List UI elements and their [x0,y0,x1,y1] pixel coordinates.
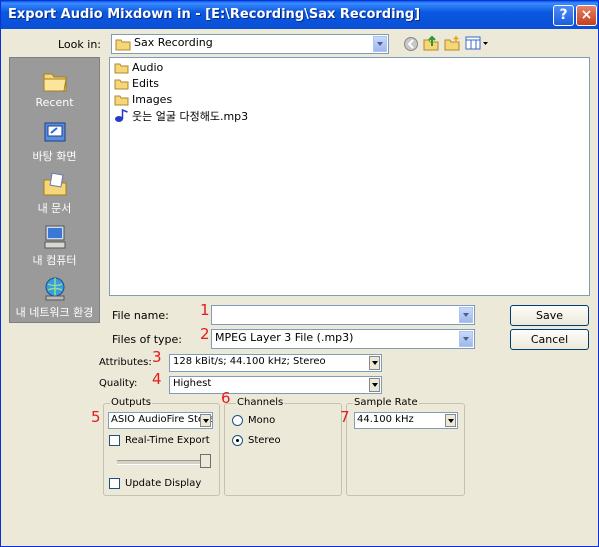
quality-select[interactable]: Highest [169,376,382,394]
update-display-checkbox[interactable] [109,478,120,489]
output-device-value: ASIO AudioFire Stere [111,414,213,425]
realtime-export-checkbox[interactable] [109,435,120,446]
folder-icon [114,63,129,73]
callout-6: 6 [221,389,231,407]
place-documents[interactable]: 내 문서 [10,172,99,216]
mono-radio[interactable] [232,415,243,426]
new-folder-icon[interactable] [444,35,460,51]
cancel-button[interactable]: Cancel [510,329,589,350]
close-button[interactable]: × [576,5,597,26]
place-recent[interactable]: Recent [10,68,99,109]
export-audio-dialog: Export Audio Mixdown in - [E:\Recording\… [0,0,599,547]
update-display-label: Update Display [125,478,202,489]
samplerate-select[interactable]: 44.100 kHz [354,412,458,429]
quality-label: Quality: [99,378,138,389]
samplerate-value: 44.100 kHz [357,414,414,425]
place-recent-label: Recent [35,96,74,109]
callout-2: 2 [200,325,210,343]
output-slider-track[interactable] [117,460,209,465]
attributes-value: 128 kBit/s; 44.100 kHz; Stereo [173,356,326,367]
place-network[interactable]: 내 네트워크 환경 [10,276,99,320]
place-computer[interactable]: 내 컴퓨터 [10,224,99,268]
place-network-label: 내 네트워크 환경 [15,306,94,319]
filename-dropdown-arrow[interactable] [459,307,473,323]
attributes-dropdown-arrow[interactable] [369,356,380,370]
file-name: Audio [132,61,164,74]
list-item[interactable]: Audio [114,60,163,75]
folder-icon [114,79,129,89]
file-name: Images [132,93,173,106]
quality-value: Highest [173,378,212,389]
lookin-value: Sax Recording [134,36,213,49]
music-note-icon [115,108,128,122]
view-menu-icon[interactable] [465,35,489,51]
filetype-dropdown-arrow[interactable] [459,331,473,347]
list-item[interactable]: Edits [114,76,159,91]
computer-icon [44,225,65,249]
stereo-label: Stereo [248,435,281,446]
window-title: Export Audio Mixdown in - [E:\Recording\… [8,7,421,22]
channels-title: Channels [236,397,285,408]
places-bar: Recent 바탕 화면 내 문서 내 컴퓨터 내 네트워크 환경 [9,57,100,323]
filetype-label: Files of type: [112,333,183,346]
file-list[interactable]: Audio Edits Images 웃는 얼굴 다정해도.mp3 [109,57,590,296]
attributes-label: Attributes: [99,357,152,368]
lookin-label: Look in: [58,38,101,51]
help-button[interactable]: ? [553,5,574,26]
filename-input[interactable] [211,305,475,325]
desktop-icon [44,122,65,142]
output-device-dropdown-arrow[interactable] [200,414,211,427]
folder-icon [114,95,129,105]
callout-4: 4 [152,370,162,388]
filetype-value: MPEG Layer 3 File (.mp3) [215,331,354,344]
outputs-title: Outputs [110,397,152,408]
documents-icon [43,172,66,196]
quality-dropdown-arrow[interactable] [369,378,380,392]
place-desktop-label: 바탕 화면 [32,150,77,163]
up-folder-icon[interactable] [423,35,439,51]
callout-5: 5 [91,408,101,426]
stereo-radio[interactable] [232,435,243,446]
callout-3: 3 [152,348,162,366]
place-documents-label: 내 문서 [37,202,72,215]
lookin-combo[interactable]: Sax Recording [111,34,389,54]
output-device-select[interactable]: ASIO AudioFire Stere [108,412,213,429]
callout-1: 1 [200,301,210,319]
lookin-dropdown-arrow[interactable] [373,36,387,52]
save-button[interactable]: Save [510,305,589,326]
file-name: 웃는 얼굴 다정해도.mp3 [132,109,249,123]
callout-7: 7 [340,408,350,426]
back-icon[interactable] [403,36,419,52]
place-computer-label: 내 컴퓨터 [32,254,77,267]
filetype-select[interactable]: MPEG Layer 3 File (.mp3) [211,329,475,349]
mono-label: Mono [248,415,276,426]
samplerate-title: Sample Rate [353,397,419,408]
filename-label: File name: [112,309,169,322]
folder-icon [115,39,131,51]
realtime-export-label: Real-Time Export [125,435,210,446]
file-name: Edits [132,77,160,90]
list-item[interactable]: 웃는 얼굴 다정해도.mp3 [114,108,248,123]
samplerate-dropdown-arrow[interactable] [445,414,456,427]
folder-icon [43,73,67,92]
title-bar[interactable]: Export Audio Mixdown in - [E:\Recording\… [1,1,598,29]
attributes-select[interactable]: 128 kBit/s; 44.100 kHz; Stereo [169,354,382,372]
list-item[interactable]: Images [114,92,172,107]
place-desktop[interactable]: 바탕 화면 [10,120,99,164]
network-icon [45,277,64,301]
output-slider-thumb[interactable] [200,454,211,468]
